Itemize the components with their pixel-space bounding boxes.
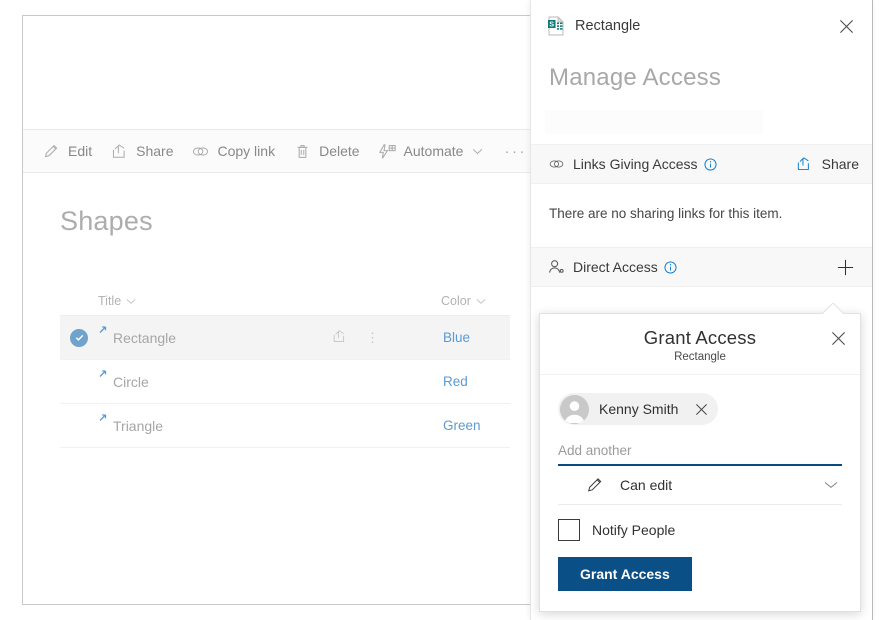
callout-beak [822,303,844,315]
chevron-down-icon [476,298,486,305]
svg-text:S: S [549,21,554,28]
command-automate[interactable]: Automate [369,131,493,171]
command-share-label: Share [136,143,174,159]
page-title: Shapes [60,206,153,236]
share-icon [796,156,813,172]
panel-right-rule [872,0,873,620]
add-another-input[interactable]: Add another [558,443,842,466]
column-header-title[interactable]: Title [98,294,358,308]
command-copy-link[interactable]: Copy link [182,131,284,171]
row-share-icon[interactable] [332,329,348,347]
share-link-button[interactable]: Share [796,156,859,172]
links-giving-access-header: Links Giving Access Share [531,144,873,184]
checkmark-icon [70,328,88,347]
info-icon[interactable] [664,260,677,274]
row-more-icon[interactable]: ⋮ [366,331,379,344]
info-icon[interactable] [703,157,717,171]
table-row[interactable]: Triangle Green [60,404,510,448]
remove-person-icon[interactable] [690,398,712,420]
callout-header: Grant Access Rectangle [540,314,860,375]
panel-title: Rectangle [575,18,641,34]
notify-people-label: Notify People [592,521,676,538]
pencil-icon [42,142,61,161]
table-row[interactable]: Circle Red [60,360,510,404]
column-header-title-label: Title [98,294,122,308]
command-edit-label: Edit [68,143,93,159]
person-chip-label: Kenny Smith [599,401,679,417]
command-automate-label: Automate [403,143,464,159]
command-copy-link-label: Copy link [217,143,276,159]
chevron-down-icon [126,298,136,305]
pencil-icon [586,476,604,494]
link-icon [548,156,565,173]
direct-access-label: Direct Access [573,259,658,275]
command-delete-label: Delete [319,143,360,159]
avatar [560,394,589,424]
command-edit[interactable]: Edit [33,131,101,171]
automate-icon [378,142,397,161]
permission-label: Can edit [620,476,673,493]
callout-body: Kenny Smith Add another Can edit Notify … [540,375,860,611]
panel-loading-placeholder [545,110,763,134]
links-giving-access-label: Links Giving Access [573,156,698,172]
shared-icon [98,411,112,425]
person-icon [548,259,565,276]
close-icon[interactable] [831,11,861,41]
table-row[interactable]: Rectangle ⋮ Blue [60,316,510,360]
app-screen: Edit Share Copy link Delete Automate ···… [0,0,892,620]
links-empty-message: There are no sharing links for this item… [549,206,783,221]
panel-heading: Manage Access [549,64,722,91]
panel-header: S Rectangle [531,0,873,52]
shared-icon [98,367,112,381]
row-title-cell: Rectangle [98,325,360,346]
add-people-button[interactable] [831,253,859,281]
direct-access-header: Direct Access [531,247,873,287]
person-chip[interactable]: Kenny Smith [558,393,719,425]
command-delete[interactable]: Delete [284,131,368,171]
row-title-cell: Triangle [98,413,360,434]
trash-icon [293,142,312,161]
grant-access-button[interactable]: Grant Access [558,556,692,591]
link-icon [191,142,210,161]
chevron-down-icon [472,148,483,155]
permission-selector[interactable]: Can edit [558,466,842,505]
callout-title: Grant Access [643,327,757,348]
list-item-icon: S [547,16,565,36]
row-actions: ⋮ [332,329,379,347]
command-share[interactable]: Share [101,131,182,171]
share-icon [110,142,129,161]
chevron-down-icon[interactable] [824,481,838,489]
row-title-cell: Circle [98,369,360,390]
notify-people-row[interactable]: Notify People [558,518,842,541]
close-icon[interactable] [824,324,852,352]
column-header-color-label: Color [441,294,471,308]
notify-people-checkbox[interactable] [558,518,580,541]
callout-subtitle: Rectangle [674,351,726,363]
table-header-row: Title Color [60,287,510,316]
grant-access-callout: Grant Access Rectangle Kenny Smith Add a… [539,313,861,612]
row-select-checkbox[interactable] [60,328,98,347]
share-link-label: Share [821,156,859,172]
items-table: Title Color Rectangle ⋮ Blue Circle Red … [60,287,510,448]
shared-icon [98,323,112,337]
